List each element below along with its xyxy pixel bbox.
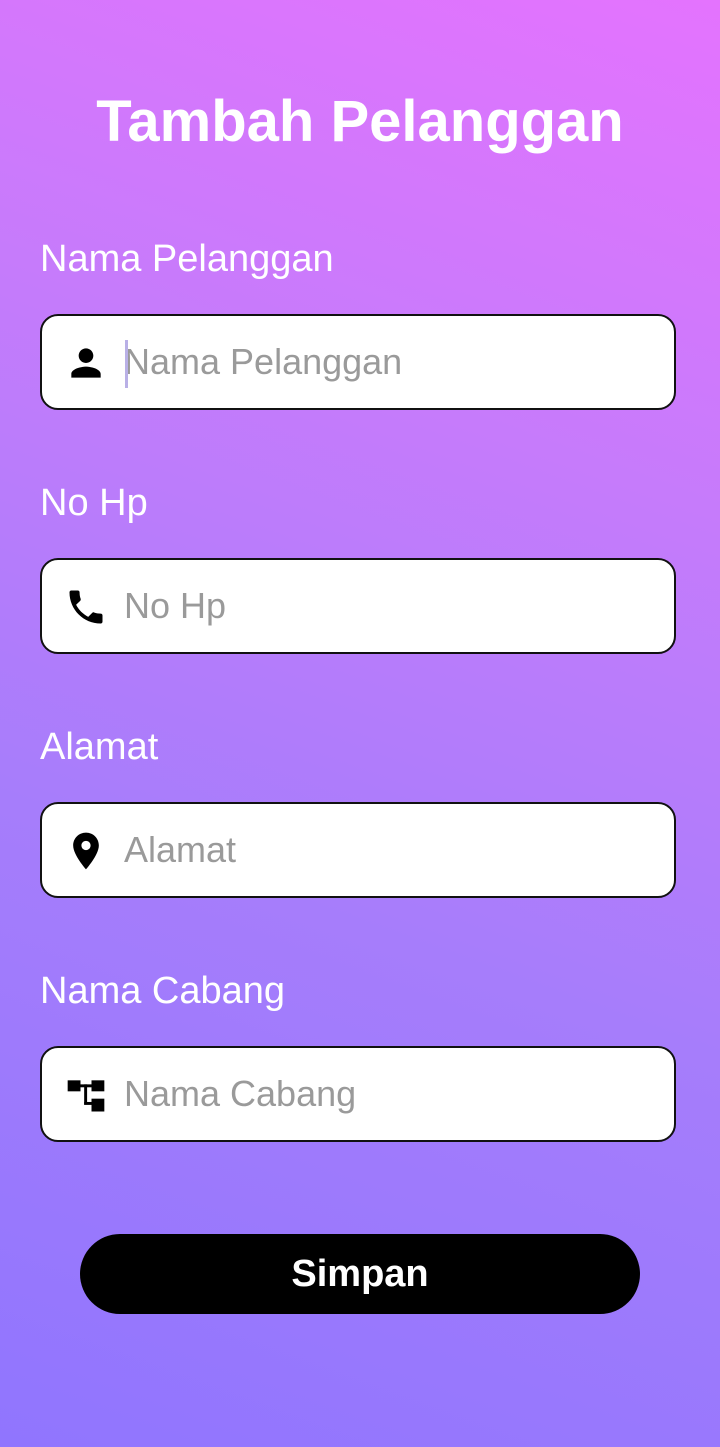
page-title: Tambah Pelanggan (96, 89, 624, 154)
phone-icon (64, 585, 108, 629)
branch-name-input[interactable] (124, 1048, 644, 1140)
address-field[interactable] (40, 802, 676, 898)
customer-name-input[interactable] (124, 316, 644, 408)
phone-input[interactable] (124, 560, 644, 652)
branch-name-label: Nama Cabang (40, 970, 286, 1012)
address-input[interactable] (124, 804, 644, 896)
person-icon (64, 341, 108, 385)
phone-field[interactable] (40, 558, 676, 654)
customer-name-label: Nama Pelanggan (40, 238, 334, 280)
add-customer-screen: Tambah Pelanggan Nama Pelanggan No Hp Al… (0, 0, 720, 1447)
address-label: Alamat (40, 726, 159, 768)
customer-name-field[interactable] (40, 314, 676, 410)
phone-label: No Hp (40, 482, 148, 524)
save-button[interactable]: Simpan (80, 1234, 640, 1314)
location-pin-icon (64, 829, 108, 873)
branch-name-field[interactable] (40, 1046, 676, 1142)
branch-tree-icon (64, 1073, 108, 1117)
text-cursor (125, 340, 128, 388)
